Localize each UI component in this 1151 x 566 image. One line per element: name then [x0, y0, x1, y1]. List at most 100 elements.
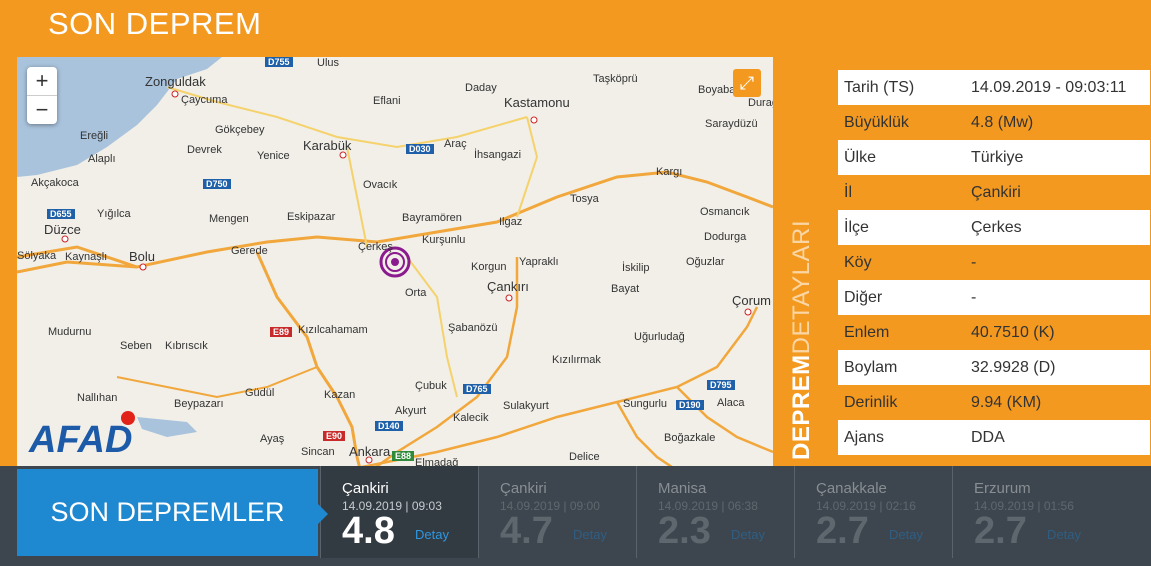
recent-quake-item[interactable]: Manisa 14.09.2019 | 06:38 2.3 Detay — [636, 466, 794, 558]
road-shield: D190 — [676, 400, 704, 410]
map-label: Karabük — [303, 138, 352, 153]
quake-detail-link[interactable]: Detay — [415, 527, 449, 542]
detail-key: İl — [844, 183, 852, 201]
detail-row: Ajans DDA — [838, 420, 1150, 455]
section-vertical-title: DEPREMDETAYLARI — [788, 170, 815, 460]
map-label: Ulus — [317, 57, 340, 69]
quake-city: Çankiri — [500, 480, 547, 497]
map-label: Bolu — [129, 249, 156, 264]
map-label: Kastamonu — [504, 95, 570, 110]
quake-magnitude: 4.7 — [500, 510, 553, 552]
map-label: Kızılırmak — [552, 354, 601, 366]
map-label: Yapraklı — [519, 256, 559, 268]
afad-logo: AFAD — [29, 419, 133, 461]
map-label: Beypazarı — [174, 398, 224, 410]
quake-magnitude: 2.7 — [974, 510, 1027, 552]
quake-detail-link[interactable]: Detay — [573, 527, 607, 542]
map-label: Zonguldak — [145, 74, 206, 89]
quake-city: Çanakkale — [816, 480, 887, 497]
detail-row: Büyüklük 4.8 (Mw) — [838, 105, 1150, 140]
detail-key: Boylam — [844, 358, 898, 376]
detail-value: 14.09.2019 - 09:03:11 — [971, 78, 1127, 96]
expand-icon[interactable]: ⤢ — [733, 69, 761, 97]
recent-quake-item[interactable]: Çankiri 14.09.2019 | 09:03 4.8 Detay — [320, 466, 478, 558]
map-label: Kıbrıscık — [165, 340, 208, 352]
quake-magnitude: 4.8 — [342, 510, 395, 552]
quake-magnitude: 2.3 — [658, 510, 711, 552]
road-shield: E89 — [270, 327, 293, 337]
recent-quake-item[interactable]: Erzurum 14.09.2019 | 01:56 2.7 Detay — [952, 466, 1151, 558]
detail-row: Tarih (TS) 14.09.2019 - 09:03:11 — [838, 70, 1150, 105]
road-shield: D655 — [47, 209, 75, 219]
earthquake-details: Tarih (TS) 14.09.2019 - 09:03:11 Büyüklük… — [838, 70, 1150, 455]
quake-detail-link[interactable]: Detay — [731, 527, 765, 542]
detail-value: DDA — [971, 428, 1005, 446]
map-label: Akyurt — [395, 405, 427, 417]
map-label: Tosya — [570, 193, 599, 205]
map-label: Güdül — [245, 387, 275, 399]
map-label: Kargı — [656, 166, 683, 178]
zoom-control: + − — [27, 67, 57, 124]
map-label: Delice — [569, 451, 600, 463]
map-label: Akçakoca — [31, 177, 79, 189]
detail-value: Türkiye — [971, 148, 1024, 166]
vertical-title-light: DETAYLARI — [788, 220, 815, 355]
map-label: Sölyaka — [17, 250, 57, 262]
detail-value: Çerkes — [971, 218, 1022, 236]
map-label: Ereğli — [80, 130, 109, 142]
map-label: Taşköprü — [593, 73, 638, 85]
detail-key: Enlem — [844, 323, 890, 341]
detail-key: Diğer — [844, 288, 883, 306]
detail-key: Ülke — [844, 148, 877, 166]
earthquake-map[interactable]: + − ⤢ Zonguldak Ulus Daday Taşköprü Boya… — [17, 57, 773, 477]
map-label: Devrek — [187, 144, 222, 156]
map-label: Kurşunlu — [422, 234, 466, 246]
map-label: Kazan — [324, 389, 356, 401]
recent-earthquakes-title: SON DEPREMLER — [17, 469, 328, 556]
vertical-title-bold: DEPREM — [788, 354, 815, 460]
detail-value: 9.94 (KM) — [971, 393, 1042, 411]
zoom-in-button[interactable]: + — [27, 67, 57, 96]
road-shield: E90 — [323, 431, 346, 441]
map-label: Sincan — [301, 446, 335, 458]
map-label: Korgun — [471, 261, 507, 273]
detail-row: İlçe Çerkes — [838, 210, 1150, 245]
map-label: Çankırı — [487, 279, 529, 294]
detail-key: Ajans — [844, 428, 885, 446]
map-label: Nallıhan — [77, 392, 118, 404]
map-label: Sungurlu — [623, 398, 668, 410]
map-label: Eskipazar — [287, 211, 336, 223]
map-label: Şabanözü — [448, 322, 498, 334]
map-label: Sulakyurt — [503, 400, 549, 412]
quake-detail-link[interactable]: Detay — [889, 527, 923, 542]
map-label: Alaplı — [88, 153, 116, 165]
map-label: Mudurnu — [48, 326, 92, 338]
map-label: Durağan — [748, 97, 773, 109]
detail-value: 4.8 (Mw) — [971, 113, 1034, 131]
map-label: Dodurga — [704, 231, 747, 243]
map-label: Orta — [405, 287, 427, 299]
map-label: Osmancık — [700, 206, 750, 218]
map-label: Mengen — [209, 213, 249, 225]
detail-row: Diğer - — [838, 280, 1150, 315]
map-label: Kalecik — [453, 412, 489, 424]
zoom-out-button[interactable]: − — [27, 96, 57, 124]
map-label: Saraydüzü — [705, 118, 758, 130]
map-label: Daday — [465, 82, 497, 94]
map-label: Gökçebey — [215, 124, 265, 136]
quake-detail-link[interactable]: Detay — [1047, 527, 1081, 542]
map-label: Gerede — [231, 245, 268, 257]
detail-value: - — [971, 288, 977, 306]
quake-city: Manisa — [658, 480, 707, 497]
map-label: İhsangazi — [474, 149, 522, 161]
recent-quake-item[interactable]: Çankiri 14.09.2019 | 09:00 4.7 Detay — [478, 466, 636, 558]
map-label: Ayaş — [260, 433, 285, 445]
recent-quake-item[interactable]: Çanakkale 14.09.2019 | 02:16 2.7 Detay — [794, 466, 952, 558]
map-label: Yığılca — [97, 208, 131, 220]
map-label: Çubuk — [415, 380, 447, 392]
road-shield: D140 — [375, 421, 403, 431]
map-label: İskilip — [622, 262, 650, 274]
map-label: Bayat — [611, 283, 640, 295]
detail-value: 32.9928 (D) — [971, 358, 1056, 376]
quake-city: Çankiri — [342, 480, 389, 497]
